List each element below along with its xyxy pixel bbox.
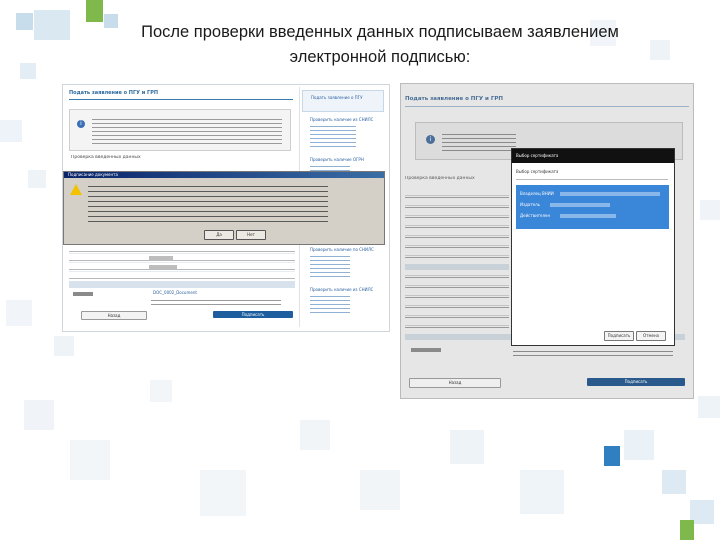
decor-square [698, 396, 720, 418]
decor-square [624, 430, 654, 460]
decor-square [360, 470, 400, 510]
decor-square [54, 336, 74, 356]
left-form-rows [69, 245, 295, 279]
left-sidebar-top-link[interactable]: Подать заявление о ПГУ [311, 95, 363, 100]
left-dialog-titlebar: Подписание документа [64, 172, 384, 178]
right-screenshot: Подать заявление о ПГУ и ГРП i Проверка … [400, 83, 694, 399]
left-dialog-text [88, 182, 328, 222]
left-sidebar-text-block [310, 253, 350, 279]
decor-square [16, 13, 33, 30]
left-field-value [149, 256, 173, 261]
decor-square [70, 440, 110, 480]
right-section-label: Проверка введенных данных [405, 176, 475, 181]
left-sidebar-link-3[interactable]: Проверить наличие по СНИЛС [310, 247, 374, 252]
left-warning-dialog: Подписание документа Да Нет [63, 171, 385, 245]
slide-title-line-1: После проверки введенных данных подписыв… [141, 23, 619, 41]
decor-square [28, 170, 46, 188]
certificate-dialog-title: Выбор сертификата [516, 153, 559, 158]
left-info-box: i [69, 109, 291, 151]
decor-square [604, 446, 620, 466]
certificate-validity-detail [560, 214, 616, 218]
decor-square [662, 470, 686, 494]
left-doc-label [73, 292, 93, 296]
left-sidebar-link-2[interactable]: Проверить наличие ОГРН [310, 157, 364, 162]
left-submit-button[interactable]: Подписать [213, 311, 293, 318]
decor-square [20, 63, 36, 79]
certificate-ok-button[interactable]: Подписать [604, 331, 634, 341]
left-screenshot: Подать заявление о ПГУ и ГРП Подать заяв… [62, 84, 390, 332]
left-sidebar-link-1[interactable]: Проверить наличие из СНИЛС [310, 117, 373, 122]
left-sidebar-top-box: Подать заявление о ПГУ [302, 90, 384, 112]
left-sidebar-text-block [310, 293, 350, 315]
left-sidebar-link-4[interactable]: Проверить наличие из СНИЛС [310, 287, 373, 292]
dialog-yes-button[interactable]: Да [204, 230, 234, 240]
right-info-text [442, 131, 516, 153]
info-icon: i [77, 120, 85, 128]
certificate-owner-detail [560, 192, 660, 196]
left-section-label: Проверка введенных данных [71, 155, 141, 160]
right-title-underline [405, 106, 689, 107]
certificate-dialog-titlebar: Выбор сертификата [512, 149, 674, 163]
info-icon: i [426, 135, 435, 144]
right-section-bar [405, 264, 509, 270]
left-back-button[interactable]: Назад [81, 311, 147, 320]
right-submit-button[interactable]: Подписать [587, 378, 685, 386]
decor-square [0, 120, 22, 142]
certificate-issuer-detail [550, 203, 610, 207]
decor-square [24, 400, 54, 430]
decor-square [200, 470, 246, 516]
certificate-divider [516, 179, 668, 180]
slide-title-line-2: электронной подписью: [289, 48, 471, 66]
certificate-dialog: Выбор сертификата Выбор сертификата Влад… [511, 148, 675, 346]
right-back-button[interactable]: Назад [409, 378, 501, 388]
left-title-underline [69, 99, 293, 100]
certificate-owner: Владелец ВНИИ [520, 191, 554, 196]
certificate-dialog-hint: Выбор сертификата [516, 169, 559, 174]
dialog-no-button[interactable]: Нет [236, 230, 266, 240]
left-page-title: Подать заявление о ПГУ и ГРП [69, 90, 159, 96]
decor-square [86, 0, 103, 22]
left-dialog-title: Подписание документа [68, 172, 118, 177]
right-doc-description [513, 348, 673, 358]
left-file-description [151, 297, 281, 305]
decor-square [520, 470, 564, 514]
decor-square [700, 200, 720, 220]
certificate-cancel-button[interactable]: Отмена [636, 331, 666, 341]
left-file-link[interactable]: DOC_0002_Document [153, 290, 197, 295]
left-info-text [92, 116, 282, 144]
decor-square [450, 430, 484, 464]
certificate-validity: Действителен [520, 213, 551, 218]
left-field-value [149, 265, 177, 270]
certificate-list-item[interactable]: Владелец ВНИИ Издатель Действителен [516, 185, 669, 229]
right-page-title: Подать заявление о ПГУ и ГРП [405, 96, 503, 102]
decor-square [300, 420, 330, 450]
right-doc-label [411, 348, 441, 352]
right-form-rows [405, 188, 509, 328]
left-section-bar [69, 281, 295, 288]
decor-square [6, 300, 32, 326]
decor-square [680, 520, 694, 540]
certificate-issuer: Издатель [520, 202, 541, 207]
warning-icon [70, 184, 82, 195]
slide-title: После проверки введенных данных подписыв… [60, 20, 700, 70]
left-sidebar-text-block [310, 123, 356, 149]
decor-square [150, 380, 172, 402]
